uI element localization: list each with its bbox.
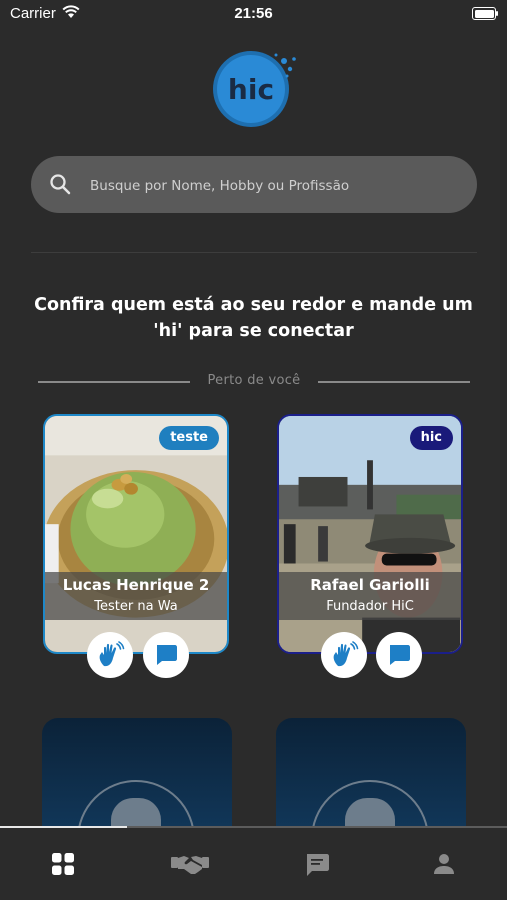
tab-home[interactable] [0,836,126,892]
tab-profile[interactable] [381,836,507,892]
user-tag: teste [159,426,219,450]
search-icon [50,174,71,195]
user-role: Fundador HiC [326,599,414,614]
headline-line-2: 'hi' para se conectar [153,321,354,341]
search-input[interactable] [90,176,460,196]
user-name: Lucas Henrique 2 [62,576,210,594]
page-headline: Confira quem está ao seu redor e mande u… [20,292,487,344]
wave-hand-icon [333,641,359,667]
section-divider-right [318,381,470,383]
handshake-icon [171,856,209,874]
send-hi-button[interactable] [87,632,133,678]
open-chat-button[interactable] [376,632,422,678]
user-card[interactable]: hic Rafael Gariolli Fundador HiC [277,414,463,654]
logo-text: hic [228,73,274,106]
headline-line-1: Confira quem está ao seu redor e mande u… [34,295,473,315]
chat-bubble-icon [157,645,177,665]
grid-icon [52,853,74,875]
tab-connections[interactable] [127,836,253,892]
tab-chat[interactable] [254,836,380,892]
send-hi-button[interactable] [321,632,367,678]
battery-tip [496,11,498,16]
section-divider-left [38,381,190,383]
section-label: Perto de você [207,373,301,388]
user-card[interactable]: teste Lucas Henrique 2 Tester na Wa [43,414,229,654]
divider [31,252,477,253]
user-tag: hic [409,426,453,450]
hic-logo: hic [213,51,296,127]
person-icon [434,854,454,874]
user-name: Rafael Gariolli [310,576,430,594]
chat-bubble-icon [390,645,410,665]
wave-hand-icon [99,641,125,667]
battery-icon [472,7,496,20]
tab-active-indicator [0,826,127,828]
open-chat-button[interactable] [143,632,189,678]
user-role: Tester na Wa [94,599,178,614]
chat-icon [307,854,329,876]
clock: 21:56 [234,5,273,22]
